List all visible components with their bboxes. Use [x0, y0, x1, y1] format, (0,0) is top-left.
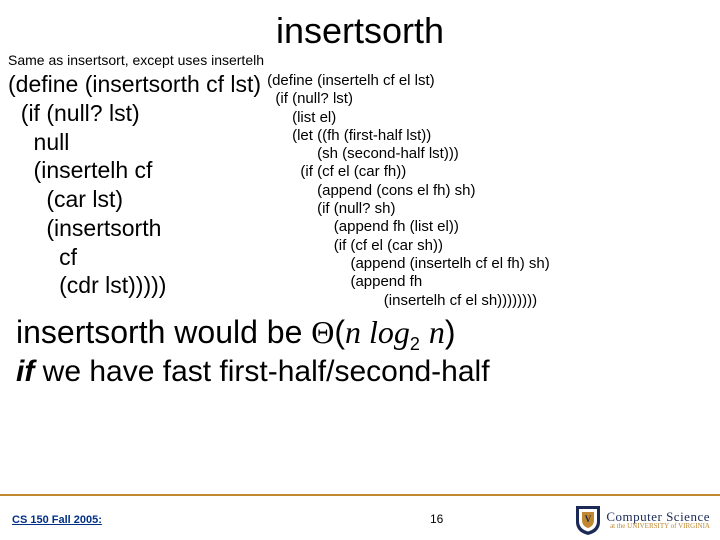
complexity-statement: insertsorth would be Θ(n log2 n) if we h…: [0, 310, 720, 389]
insertelh-code: (define (insertelh cf el lst) (if (null?…: [261, 68, 550, 310]
course-label: CS 150 Fall 2005:: [12, 514, 102, 526]
insertsorth-code: (define (insertsorth cf lst) (if (null? …: [8, 68, 261, 310]
code-columns: (define (insertsorth cf lst) (if (null? …: [0, 68, 720, 310]
slide-title: insertsorth: [0, 0, 720, 52]
svg-text:V: V: [585, 514, 592, 524]
page-number: 16: [430, 512, 443, 526]
footer-divider: [0, 494, 720, 496]
var-n2: n: [429, 314, 445, 350]
complexity-prefix: insertsorth would be: [16, 314, 311, 350]
var-n1: n: [345, 314, 361, 350]
paren-open: (: [334, 314, 345, 350]
log-base: 2: [410, 334, 420, 354]
logo-sub-text: at the UNIVERSITY of VIRGINIA: [606, 523, 710, 530]
if-word: if: [16, 355, 34, 388]
space: [420, 314, 429, 350]
log-text: log: [361, 314, 410, 350]
slide-subtitle: Same as insertsort, except uses insertel…: [0, 52, 720, 68]
logo-text: Computer Science at the UNIVERSITY of VI…: [606, 510, 710, 530]
shield-icon: V: [574, 504, 602, 536]
complexity-condition: we have fast first-half/second-half: [34, 355, 489, 388]
paren-close: ): [445, 314, 456, 350]
uva-cs-logo: V Computer Science at the UNIVERSITY of …: [574, 504, 710, 536]
theta-symbol: Θ: [311, 314, 334, 350]
